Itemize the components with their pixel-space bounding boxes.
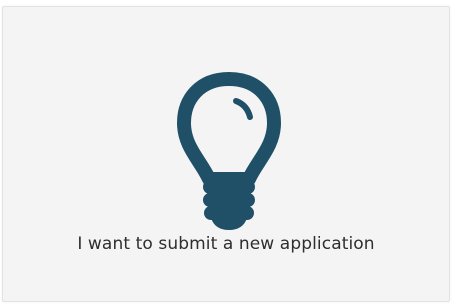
lightbulb-icon — [175, 67, 283, 235]
new-application-option-card[interactable]: I want to submit a new application — [2, 6, 450, 302]
option-label: I want to submit a new application — [77, 234, 375, 254]
